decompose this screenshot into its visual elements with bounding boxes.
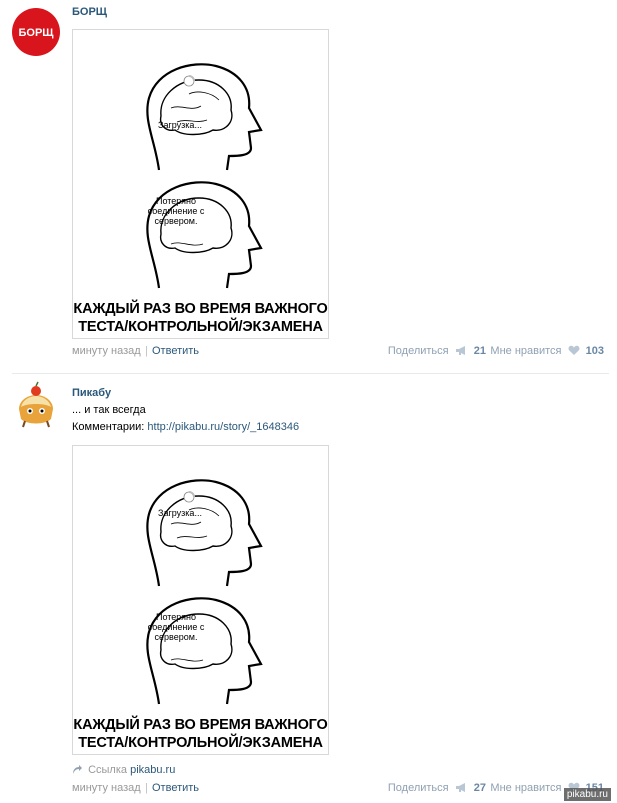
footer-separator: |: [145, 782, 148, 794]
caption-line-2: ТЕСТА/КОНТРОЛЬНОЙ/ЭКЗАМЕНА: [78, 735, 323, 751]
post-footer: минуту назад | Ответить Поделиться 21 Мн…: [72, 345, 604, 361]
top-bubble-text: Загрузка...: [158, 120, 202, 130]
avatar-text: БОРЩ: [18, 27, 54, 39]
post-text: ... и так всегда: [72, 404, 146, 416]
reply-link[interactable]: Ответить: [152, 782, 199, 794]
comments-link[interactable]: http://pikabu.ru/story/_1648346: [147, 421, 299, 433]
post-image[interactable]: Загрузка... Потеряно соединение с сервер…: [72, 29, 329, 339]
meme-caption: КАЖДЫЙ РАЗ ВО ВРЕМЯ ВАЖНОГО ТЕСТА/КОНТРО…: [73, 716, 328, 752]
post-comments-line: Комментарии: http://pikabu.ru/story/_164…: [72, 421, 299, 433]
share-label: Поделиться: [387, 782, 449, 794]
top-bubble-text: Загрузка...: [158, 508, 202, 518]
link-label: Ссылка: [88, 764, 128, 776]
link-arrow-icon: [73, 765, 82, 774]
reply-link[interactable]: Ответить: [152, 345, 199, 357]
post-time[interactable]: минуту назад: [72, 782, 141, 794]
caption-line-2: ТЕСТА/КОНТРОЛЬНОЙ/ЭКЗАМЕНА: [78, 319, 323, 335]
share-count: 27: [473, 782, 486, 794]
wall-post-borsch: БОРЩ БОРЩ Загрузка... Потеряно соединени…: [0, 0, 617, 372]
attached-link-row[interactable]: Ссылка pikabu.ru: [72, 764, 175, 776]
post-time[interactable]: минуту назад: [72, 345, 141, 357]
like-label: Мне нравится: [490, 345, 562, 357]
like-label: Мне нравится: [490, 782, 562, 794]
megaphone-icon: [455, 346, 465, 355]
bottom-bubble-text: Потеряно соединение с сервером.: [147, 612, 205, 642]
avatar-pikabu[interactable]: [11, 381, 61, 431]
like-count: 103: [585, 345, 604, 357]
post-divider: [12, 373, 609, 374]
share-button[interactable]: Поделиться 27: [388, 782, 486, 794]
wall-post-pikabu: Пикабу ... и так всегда Комментарии: htt…: [0, 378, 617, 803]
link-domain[interactable]: pikabu.ru: [130, 764, 175, 776]
comments-label: Комментарии:: [72, 421, 145, 433]
bottom-bubble-text: Потеряно соединение с сервером.: [147, 196, 205, 226]
share-button[interactable]: Поделиться 21: [388, 345, 486, 357]
share-label: Поделиться: [387, 345, 449, 357]
head-illustration-top: [146, 479, 263, 587]
post-author[interactable]: Пикабу: [72, 387, 111, 399]
footer-separator: |: [145, 345, 148, 357]
post-footer: минуту назад | Ответить Поделиться 27 Мн…: [72, 782, 604, 798]
post-image[interactable]: Загрузка... Потеряно соединение с сервер…: [72, 445, 329, 755]
heart-icon: [568, 345, 580, 355]
watermark: pikabu.ru: [563, 788, 611, 801]
avatar-borsch[interactable]: БОРЩ: [11, 7, 61, 57]
meme-caption: КАЖДЫЙ РАЗ ВО ВРЕМЯ ВАЖНОГО ТЕСТА/КОНТРО…: [73, 300, 328, 336]
like-button[interactable]: Мне нравится 103: [490, 345, 604, 357]
caption-line-1: КАЖДЫЙ РАЗ ВО ВРЕМЯ ВАЖНОГО: [73, 717, 328, 733]
megaphone-icon: [455, 783, 465, 792]
caption-line-1: КАЖДЫЙ РАЗ ВО ВРЕМЯ ВАЖНОГО: [73, 301, 328, 317]
post-author[interactable]: БОРЩ: [72, 6, 107, 18]
share-count: 21: [473, 345, 486, 357]
